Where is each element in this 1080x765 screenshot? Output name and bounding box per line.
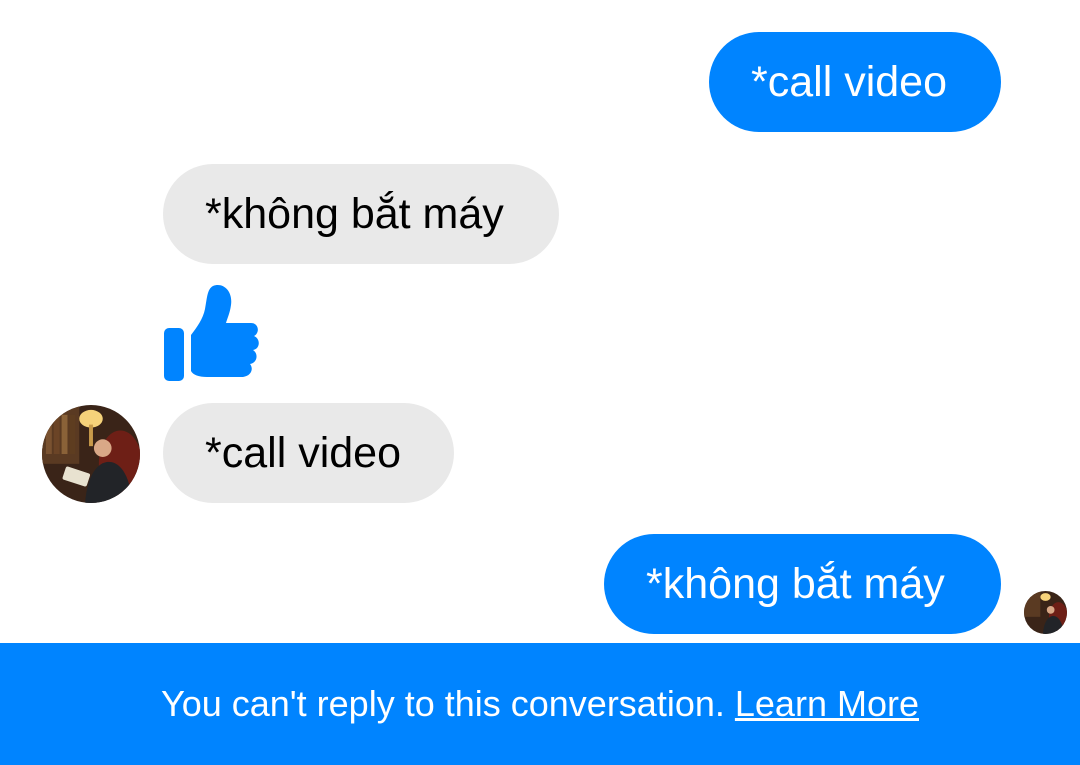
message-text: *call video <box>751 58 947 106</box>
message-text: *call video <box>205 429 401 477</box>
contact-avatar[interactable] <box>42 405 140 503</box>
incoming-message-bubble[interactable]: *call video <box>163 403 454 503</box>
outgoing-message-bubble[interactable]: *không bắt máy <box>604 534 1001 634</box>
conversation-thread: *call video *không bắt máy *call video *… <box>0 0 1080 643</box>
incoming-message-bubble[interactable]: *không bắt máy <box>163 164 559 264</box>
thumbs-up-icon[interactable] <box>163 283 261 383</box>
outgoing-message-bubble[interactable]: *call video <box>709 32 1001 132</box>
cannot-reply-banner: You can't reply to this conversation. Le… <box>0 643 1080 765</box>
message-text: *không bắt máy <box>646 560 945 608</box>
learn-more-link[interactable]: Learn More <box>735 683 919 724</box>
message-text: *không bắt máy <box>205 190 504 238</box>
seen-receipt-avatar <box>1024 591 1067 634</box>
banner-text: You can't reply to this conversation. <box>161 683 725 724</box>
